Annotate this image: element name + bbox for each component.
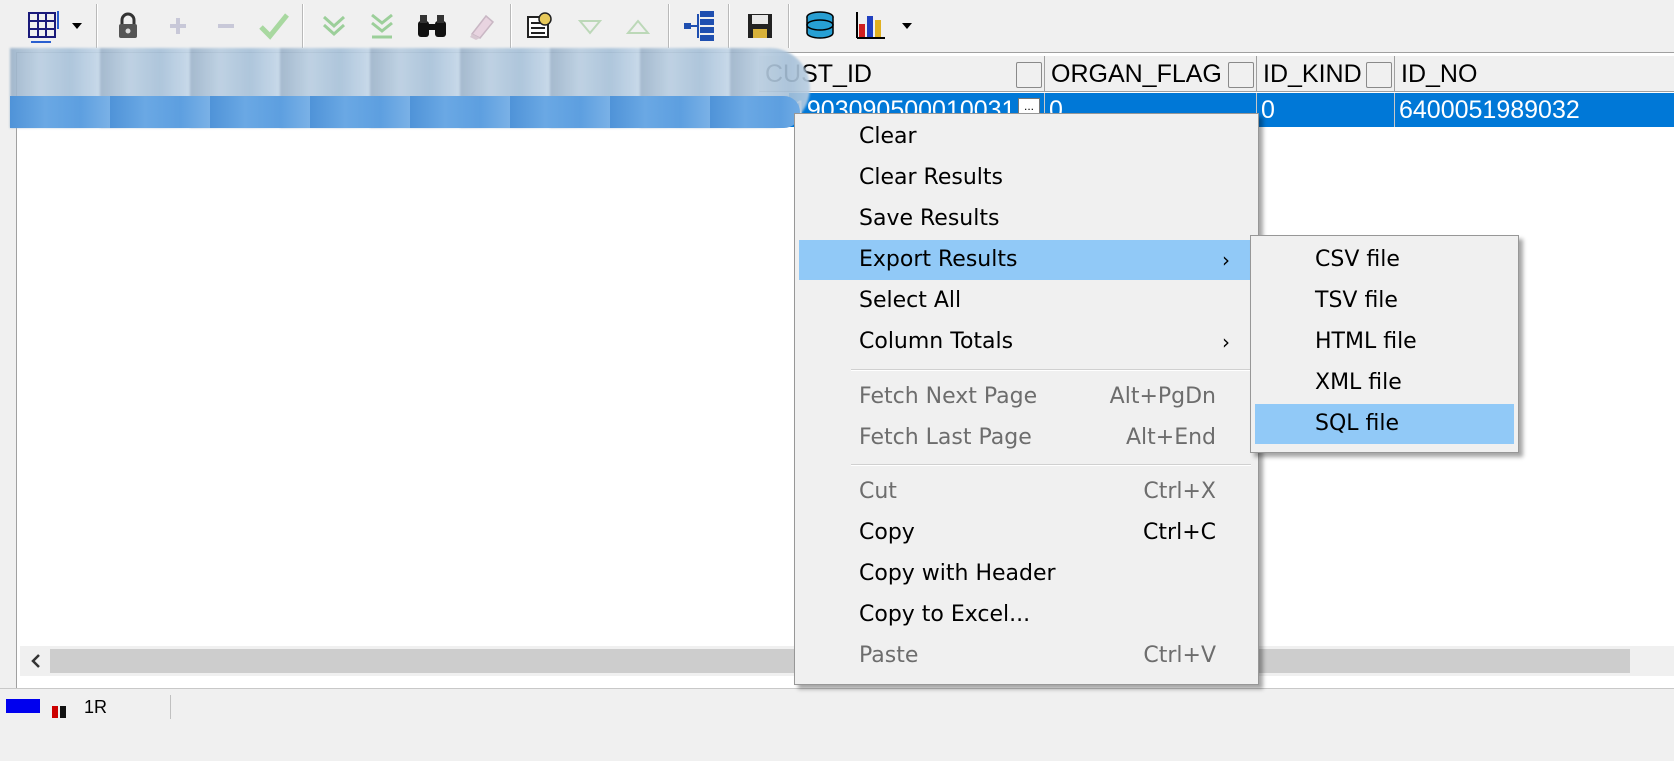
- menu-item-clear-results[interactable]: Clear Results: [799, 158, 1254, 198]
- status-indicator-icon: [6, 699, 40, 713]
- column-header-label: ID_KIND: [1263, 60, 1362, 88]
- previous-query-icon[interactable]: [618, 6, 658, 46]
- menu-item-label: Select All: [859, 288, 962, 313]
- toolbar-separator: [728, 4, 730, 48]
- submenu-item-label: XML file: [1315, 370, 1402, 395]
- query-by-example-icon[interactable]: [520, 6, 560, 46]
- menu-item-clear[interactable]: Clear: [799, 117, 1254, 157]
- submenu-item-xml-file[interactable]: XML file: [1255, 363, 1514, 403]
- menu-item-cut[interactable]: Cut Ctrl+X: [799, 472, 1254, 512]
- column-menu-button[interactable]: [1228, 62, 1254, 88]
- menu-item-copy-to-excel[interactable]: Copy to Excel...: [799, 595, 1254, 635]
- column-menu-button[interactable]: [1016, 62, 1042, 88]
- toolbar-separator: [668, 4, 670, 48]
- menu-item-shortcut: Ctrl+V: [1143, 643, 1216, 668]
- menu-item-label: Column Totals: [859, 329, 1014, 354]
- column-header-id-no[interactable]: ID_NO: [1395, 56, 1674, 92]
- status-divider: [170, 695, 171, 719]
- submenu-item-sql-file[interactable]: SQL file: [1255, 404, 1514, 444]
- menu-item-label: Cut: [859, 479, 897, 504]
- submenu-arrow-icon: ›: [1222, 248, 1230, 272]
- menu-item-fetch-last-page[interactable]: Fetch Last Page Alt+End: [799, 418, 1254, 458]
- toolbar-separator: [302, 4, 304, 48]
- menu-item-fetch-next-page[interactable]: Fetch Next Page Alt+PgDn: [799, 377, 1254, 417]
- post-changes-icon[interactable]: [254, 6, 294, 46]
- toolbar-separator: [788, 4, 790, 48]
- cell-value: 0: [1261, 96, 1275, 124]
- menu-item-copy-with-header[interactable]: Copy with Header: [799, 554, 1254, 594]
- fetch-next-icon[interactable]: [314, 6, 354, 46]
- menu-item-label: Clear: [859, 124, 917, 149]
- cell-value: 6400051989032: [1399, 96, 1580, 124]
- delete-record-icon[interactable]: [206, 6, 246, 46]
- menu-item-label: Export Results: [859, 247, 1018, 272]
- export-submenu: CSV file TSV file HTML file XML file SQL…: [1250, 235, 1519, 453]
- export-db-icon[interactable]: [800, 6, 840, 46]
- chart-dropdown-icon[interactable]: [892, 6, 922, 46]
- submenu-item-label: TSV file: [1315, 288, 1398, 313]
- submenu-item-label: HTML file: [1315, 329, 1417, 354]
- menu-item-shortcut: Ctrl+X: [1143, 479, 1216, 504]
- status-bar: 1R: [0, 688, 1674, 761]
- toolbar-separator: [510, 4, 512, 48]
- menu-separator: [851, 464, 1251, 466]
- dropdown-arrow-icon[interactable]: [62, 6, 92, 46]
- menu-item-shortcut: Alt+End: [1125, 425, 1216, 450]
- context-menu: Clear Clear Results Save Results Export …: [794, 113, 1259, 685]
- grid-cell-id-no[interactable]: 6400051989032: [1395, 93, 1674, 127]
- menu-item-label: Copy to Excel...: [859, 602, 1031, 627]
- redacted-selected-row: [10, 96, 800, 128]
- menu-item-label: Fetch Last Page: [859, 425, 1032, 450]
- submenu-item-html-file[interactable]: HTML file: [1255, 322, 1514, 362]
- menu-item-paste[interactable]: Paste Ctrl+V: [799, 636, 1254, 676]
- status-text: 1R: [84, 697, 108, 717]
- add-record-icon[interactable]: [158, 6, 198, 46]
- menu-item-column-totals[interactable]: Column Totals ›: [799, 322, 1254, 362]
- menu-item-label: Fetch Next Page: [859, 384, 1038, 409]
- scroll-left-icon[interactable]: [22, 646, 50, 676]
- menu-item-label: Copy: [859, 520, 915, 545]
- column-header-label: ORGAN_FLAG: [1051, 60, 1222, 88]
- lock-icon[interactable]: [108, 6, 148, 46]
- grid-layout-icon[interactable]: [24, 6, 64, 46]
- menu-item-export-results[interactable]: Export Results ›: [799, 240, 1254, 280]
- menu-item-label: Save Results: [859, 206, 1000, 231]
- menu-item-shortcut: Ctrl+C: [1143, 520, 1216, 545]
- submenu-item-csv-file[interactable]: CSV file: [1255, 240, 1514, 280]
- submenu-item-tsv-file[interactable]: TSV file: [1255, 281, 1514, 321]
- column-header-label: ID_NO: [1401, 60, 1478, 88]
- explain-plan-icon[interactable]: [680, 6, 720, 46]
- column-header-organ-flag[interactable]: ORGAN_FLAG: [1045, 56, 1257, 92]
- submenu-item-label: SQL file: [1315, 411, 1400, 436]
- menu-item-shortcut: Alt+PgDn: [1109, 384, 1216, 409]
- menu-separator: [851, 369, 1251, 371]
- column-header-id-kind[interactable]: ID_KIND: [1257, 56, 1395, 92]
- menu-item-save-results[interactable]: Save Results: [799, 199, 1254, 239]
- toolbar: [0, 0, 1674, 52]
- submenu-item-label: CSV file: [1315, 247, 1400, 272]
- menu-item-label: Clear Results: [859, 165, 1003, 190]
- menu-item-label: Paste: [859, 643, 919, 668]
- next-query-icon[interactable]: [570, 6, 610, 46]
- chart-icon[interactable]: [852, 6, 892, 46]
- menu-item-select-all[interactable]: Select All: [799, 281, 1254, 321]
- fetch-last-icon[interactable]: [362, 6, 402, 46]
- menu-item-copy[interactable]: Copy Ctrl+C: [799, 513, 1254, 553]
- status-record-icon: [50, 699, 70, 718]
- clear-icon[interactable]: [462, 6, 502, 46]
- submenu-arrow-icon: ›: [1222, 330, 1230, 354]
- menu-item-label: Copy with Header: [859, 561, 1056, 586]
- find-icon[interactable]: [412, 6, 452, 46]
- column-menu-button[interactable]: [1366, 62, 1392, 88]
- save-icon[interactable]: [740, 6, 780, 46]
- grid-cell-id-kind[interactable]: 0: [1257, 93, 1395, 127]
- toolbar-separator: [96, 4, 98, 48]
